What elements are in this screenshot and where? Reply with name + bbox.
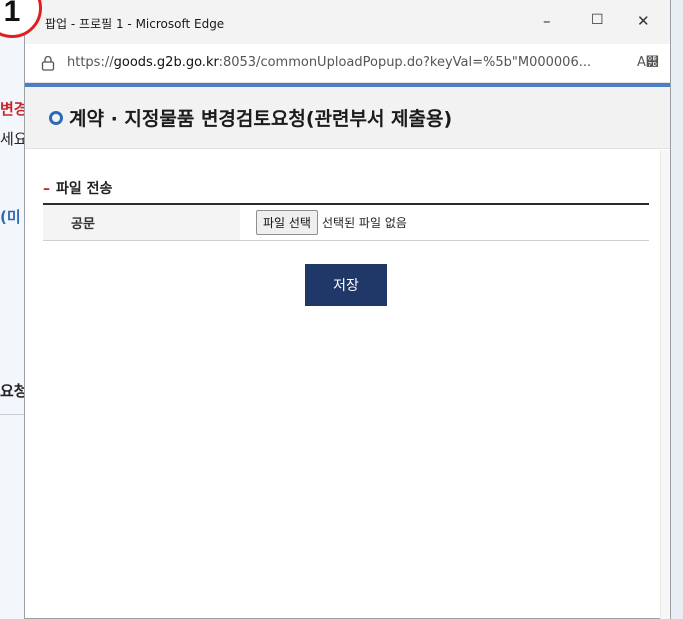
url-scheme: https:// [67,55,114,70]
file-form-table: 공문 파일 선택 선택된 파일 없음 [43,203,649,241]
popup-window: 팝업 - 프로필 1 - Microsoft Edge – ☐ ✕ https:… [24,0,671,619]
dash-icon: – [43,181,50,197]
scrollbar[interactable] [660,150,670,619]
file-select-button[interactable]: 파일 선택 [256,210,318,235]
address-bar[interactable]: https://goods.g2b.go.kr:8053/commonUploa… [25,44,670,83]
circle-bullet-icon [49,111,63,125]
background-text-fragment: (미 [0,208,21,226]
step-number: 1 [3,0,21,28]
url-path: :8053/commonUploadPopup.do?keyVal=%5b"M0… [218,55,592,70]
file-status-text: 선택된 파일 없음 [321,216,407,230]
maximize-button[interactable]: ☐ [591,12,604,28]
close-button[interactable]: ✕ [637,12,650,30]
url-host: goods.g2b.go.kr [113,55,219,70]
page-header: 계약 · 지정물품 변경검토요청(관련부서 제출용) [25,87,670,149]
page-title: 계약 · 지정물품 변경검토요청(관련부서 제출용) [69,108,453,130]
minimize-button[interactable]: – [543,12,551,30]
lock-icon[interactable] [41,55,55,71]
form-file-cell: 파일 선택 선택된 파일 없음 [240,205,649,240]
section-title: – 파일 전송 [43,178,112,198]
section-title-label: 파일 전송 [56,181,113,197]
form-label: 공문 [43,205,240,240]
address-url[interactable]: https://goods.g2b.go.kr:8053/commonUploa… [67,55,591,70]
window-title: 팝업 - 프로필 1 - Microsoft Edge [45,17,225,31]
save-button[interactable]: 저장 [305,264,387,306]
window-titlebar[interactable]: 팝업 - 프로필 1 - Microsoft Edge – ☐ ✕ [25,0,670,44]
read-aloud-icon[interactable]: A୽ [637,55,659,70]
